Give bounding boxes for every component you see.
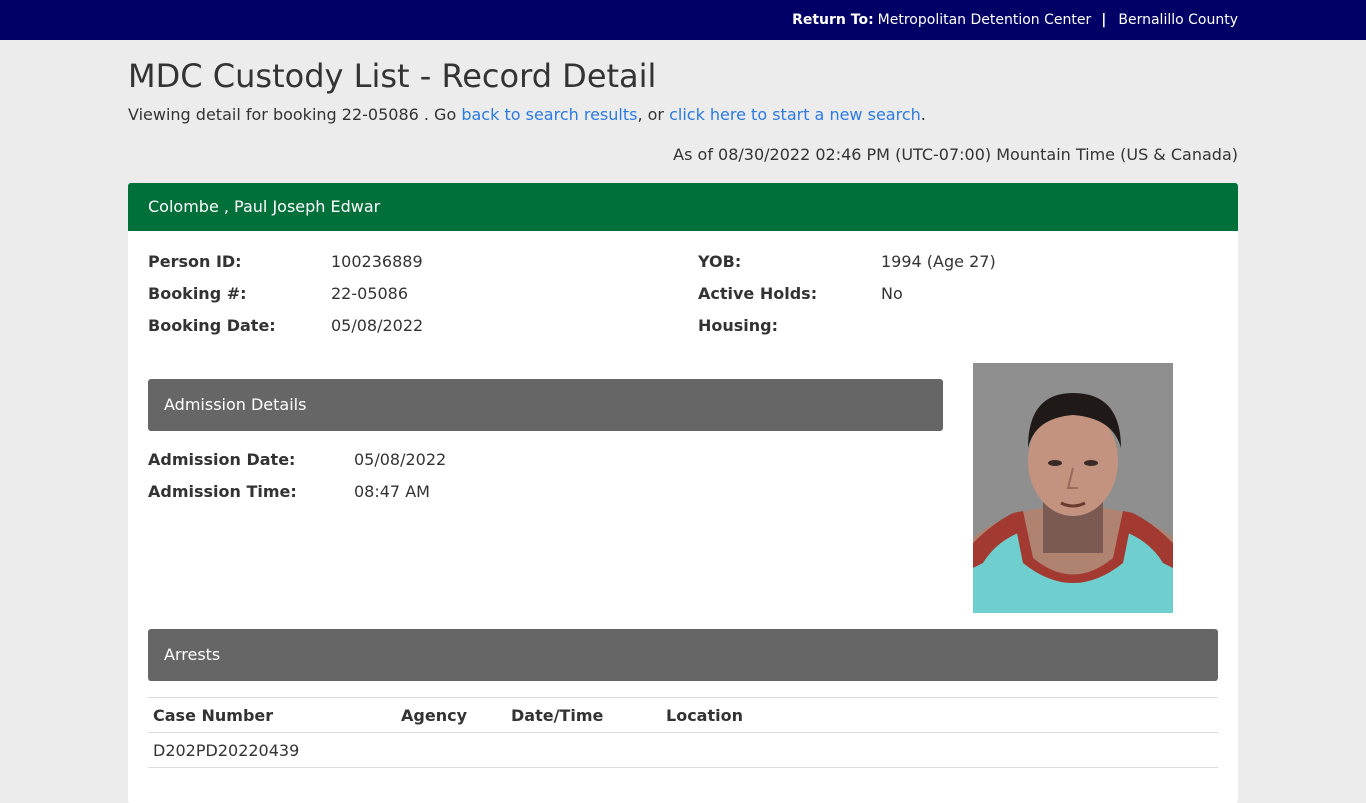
admission-details-panel: Admission Details Admission Date: 05/08/… [148, 379, 943, 513]
as-of-timestamp: As of 08/30/2022 02:46 PM (UTC-07:00) Mo… [673, 145, 1238, 164]
new-search-link[interactable]: click here to start a new search [669, 105, 921, 124]
yob-value: 1994 (Age 27) [881, 252, 996, 271]
agency-cell [396, 732, 506, 768]
column-header-date-time: Date/Time [506, 697, 661, 733]
inmate-name-header: Colombe , Paul Joseph Edwar [128, 183, 1238, 231]
intro-text: Viewing detail for booking 22-05086 . Go… [128, 104, 1238, 126]
booking-photo-image [973, 363, 1173, 613]
column-header-case-number: Case Number [148, 697, 396, 733]
booking-number-label: Booking #: [148, 284, 247, 303]
admission-time-value: 08:47 AM [354, 482, 430, 501]
arrests-table: Case Number Agency Date/Time Location D2… [148, 697, 1218, 768]
metropolitan-detention-center-link[interactable]: Metropolitan Detention Center [878, 12, 1092, 28]
person-id-label: Person ID: [148, 252, 242, 271]
case-number-cell: D202PD20220439 [148, 732, 396, 768]
intro-mid: , or [637, 105, 664, 124]
admission-date-value: 05/08/2022 [354, 450, 447, 469]
active-holds-label: Active Holds: [698, 284, 818, 303]
back-to-search-results-link[interactable]: back to search results [461, 105, 637, 124]
inmate-photo [973, 363, 1173, 613]
intro-prefix: Viewing detail for booking 22-05086 . Go [128, 105, 457, 124]
arrests-table-header-row: Case Number Agency Date/Time Location [148, 697, 1218, 733]
date-time-cell [506, 732, 661, 768]
location-cell [661, 732, 1218, 768]
booking-number-value: 22-05086 [331, 284, 409, 303]
active-holds-value: No [881, 284, 903, 303]
admission-details-header: Admission Details [148, 379, 943, 431]
booking-date-value: 05/08/2022 [331, 316, 424, 335]
arrests-header: Arrests [148, 629, 1218, 681]
person-id-value: 100236889 [331, 252, 423, 271]
admission-time-label: Admission Time: [148, 482, 297, 501]
yob-label: YOB: [698, 252, 742, 271]
separator: | [1101, 12, 1107, 28]
booking-date-label: Booking Date: [148, 316, 276, 335]
arrests-panel: Arrests Case Number Agency Date/Time Loc… [148, 629, 1218, 768]
column-header-agency: Agency [396, 697, 506, 733]
intro-suffix: . [920, 105, 926, 124]
return-to-label: Return To: [792, 12, 874, 28]
table-row: D202PD20220439 [148, 732, 1218, 768]
page-title: MDC Custody List - Record Detail [128, 57, 657, 95]
record-summary: Person ID: 100236889 Booking #: 22-05086… [128, 231, 1238, 363]
column-header-location: Location [661, 697, 1218, 733]
top-navigation-bar: Return To: Metropolitan Detention Center… [0, 0, 1366, 40]
bernalillo-county-link[interactable]: Bernalillo County [1118, 12, 1238, 28]
housing-label: Housing: [698, 316, 779, 335]
admission-date-label: Admission Date: [148, 450, 296, 469]
record-card: Colombe , Paul Joseph Edwar Person ID: 1… [128, 183, 1238, 803]
main-container: MDC Custody List - Record Detail Viewing… [128, 40, 1238, 803]
